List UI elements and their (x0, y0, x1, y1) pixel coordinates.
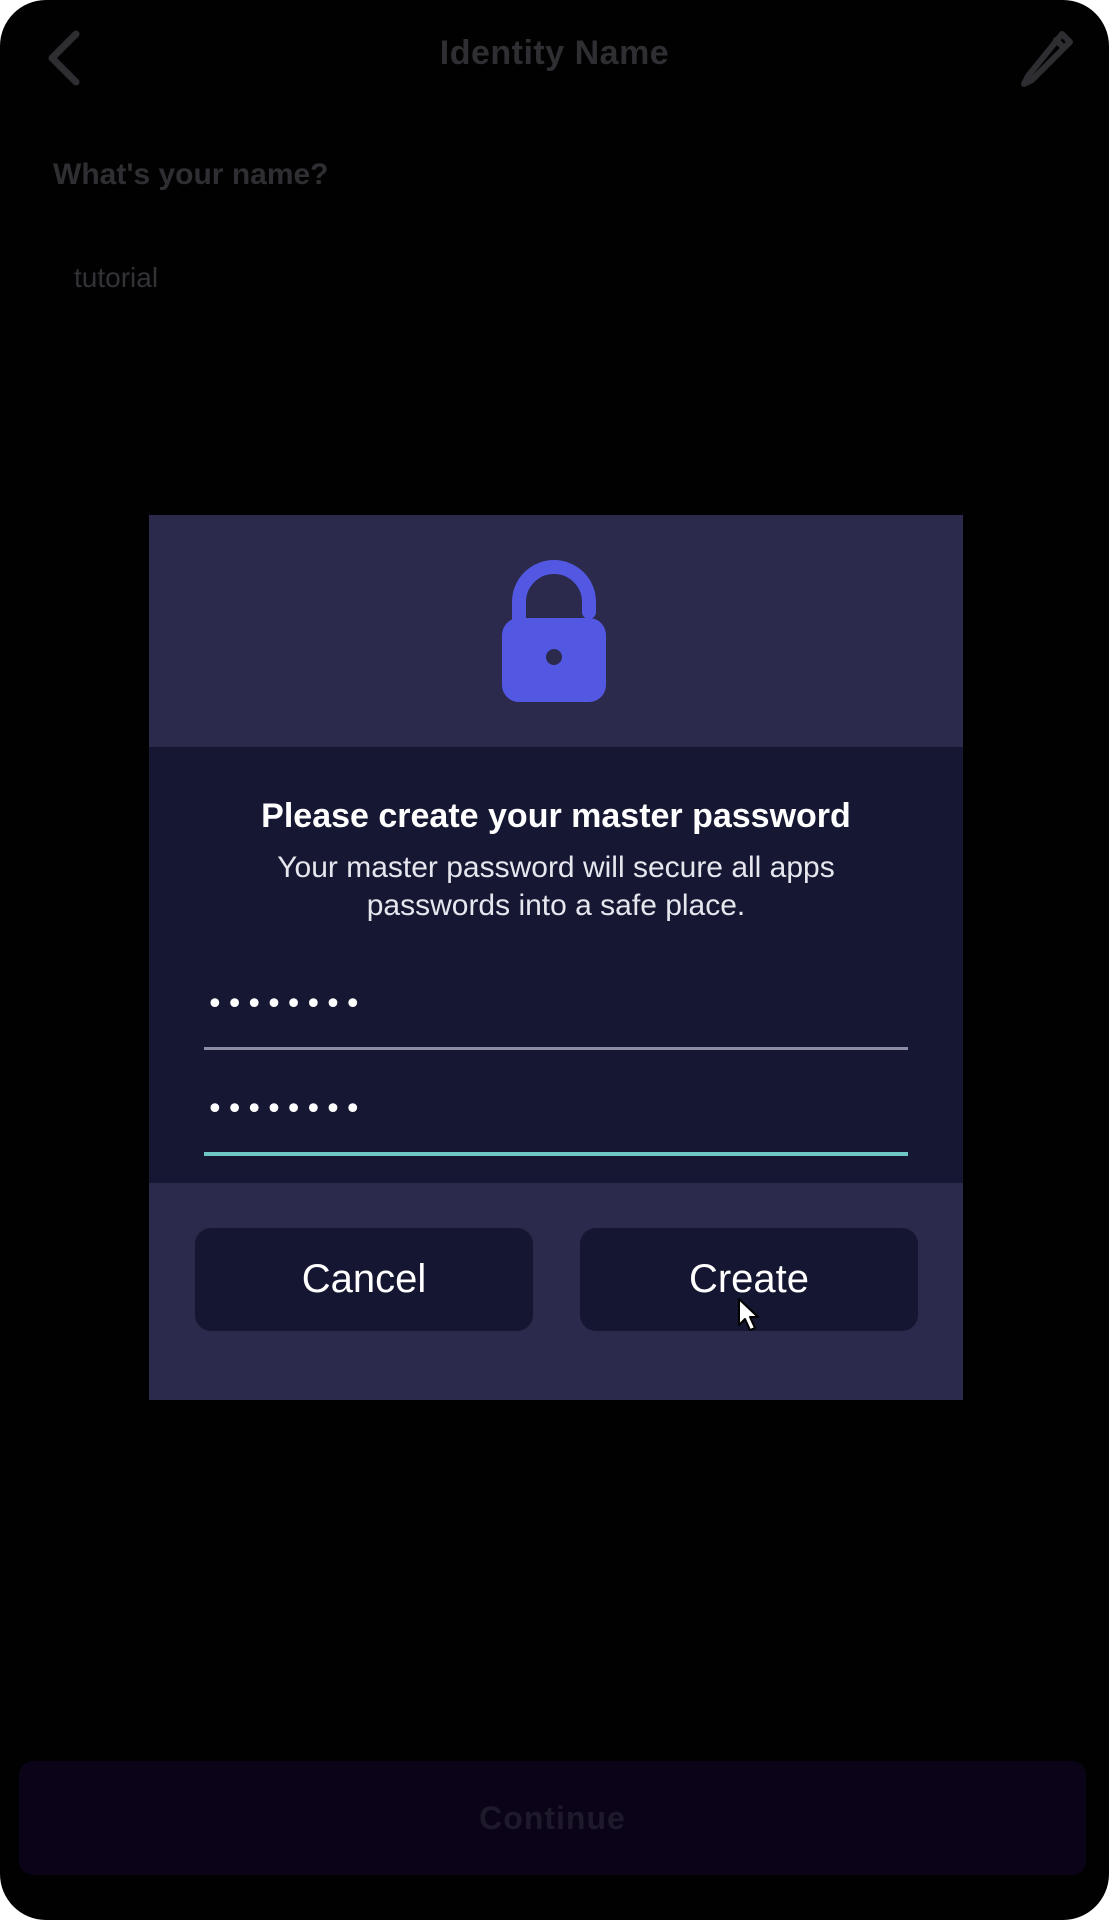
top-bar: Identity Name (0, 0, 1109, 118)
dialog-body: Please create your master password Your … (149, 747, 963, 1183)
dialog-header (149, 515, 963, 747)
name-question-label: What's your name? (53, 158, 329, 191)
password-underline (204, 1047, 908, 1050)
confirm-password-underline-focused (204, 1152, 908, 1156)
lock-open-icon (502, 560, 606, 702)
pencil-icon (1021, 31, 1073, 87)
app-screen: Identity Name What's your name? Continue… (0, 0, 1109, 1920)
cancel-button[interactable]: Cancel (195, 1228, 533, 1331)
edit-button[interactable] (1014, 24, 1080, 90)
confirm-password-field[interactable] (204, 1084, 908, 1134)
continue-button[interactable]: Continue (19, 1761, 1086, 1875)
page-title: Identity Name (439, 34, 670, 72)
master-password-dialog: Please create your master password Your … (149, 515, 963, 1400)
dialog-description: Your master password will secure all app… (277, 851, 835, 922)
master-password-field[interactable] (204, 979, 908, 1029)
dialog-actions: Cancel Create (149, 1183, 963, 1400)
dialog-title: Please create your master password (261, 797, 851, 835)
mouse-cursor-icon (738, 1298, 759, 1331)
name-input[interactable] (60, 252, 1068, 304)
